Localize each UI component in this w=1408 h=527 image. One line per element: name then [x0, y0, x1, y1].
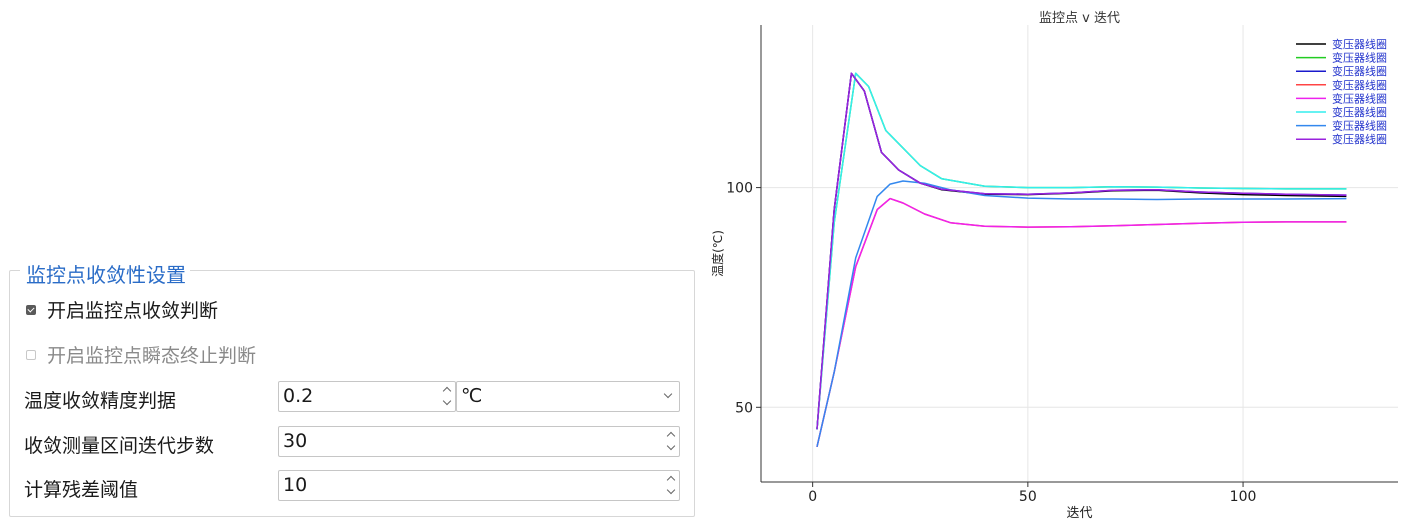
checkbox-checked-icon[interactable] — [26, 304, 36, 315]
series-line — [816, 72, 1347, 430]
x-tick-label: 50 — [1019, 489, 1037, 505]
chart-title: 监控点 v 迭代 — [1039, 11, 1120, 26]
series-line — [816, 72, 1347, 430]
measure-steps-label: 收敛测量区间迭代步数 — [24, 435, 215, 457]
temp-unit-select[interactable]: ℃ — [456, 381, 680, 412]
y-tick-label: 100 — [726, 181, 753, 197]
measure-steps-input[interactable]: 30 — [278, 426, 680, 457]
series-line — [816, 197, 1347, 447]
x-axis-label: 迭代 — [1066, 506, 1092, 521]
temp-precision-label: 温度收敛精度判据 — [24, 390, 177, 412]
temp-precision-input[interactable]: 0.2 — [278, 381, 456, 412]
residual-threshold-label: 计算残差阈值 — [24, 479, 139, 501]
temp-precision-spinner[interactable] — [441, 384, 453, 409]
residual-threshold-input[interactable]: 10 — [278, 470, 680, 501]
settings-panel: 监控点收敛性设置 开启监控点收敛判断 开启监控点瞬态终止判断 温度收敛精度判据 … — [0, 0, 706, 523]
measure-steps-spinner[interactable] — [665, 429, 677, 454]
legend-label: 变压器线圈 — [1332, 91, 1387, 105]
legend-label: 变压器线圈 — [1332, 78, 1387, 92]
monitor-line-chart: 0 50 10050100监控点 v 迭代迭代温度(℃)变压器线圈变压器线圈变压器线… — [710, 11, 1398, 521]
chevron-up-icon[interactable] — [666, 475, 676, 485]
enable-transient-stop-label: 开启监控点瞬态终止判断 — [47, 345, 257, 367]
chevron-down-icon[interactable] — [666, 485, 676, 495]
enable-convergence-check-label: 开启监控点收敛判断 — [47, 300, 219, 322]
residual-threshold-spinner[interactable] — [665, 473, 677, 498]
chevron-up-icon[interactable] — [442, 386, 452, 396]
enable-convergence-check[interactable]: 开启监控点收敛判断 — [26, 296, 218, 323]
legend-label: 变压器线圈 — [1332, 119, 1387, 133]
monitor-chart-panel: 0 50 100 50 100 监控点 v 迭代 迭代 温度(℃) 变压器线圈 变压器线圈 变压器线… — [706, 0, 1408, 523]
temp-precision-value: 0.2 — [283, 385, 314, 407]
x-tick-label: 100 — [1230, 489, 1257, 505]
measure-steps-value: 30 — [283, 430, 308, 452]
enable-transient-stop-check[interactable]: 开启监控点瞬态终止判断 — [26, 341, 256, 368]
chevron-up-icon[interactable] — [666, 431, 676, 441]
y-axis-label: 温度(℃) — [710, 230, 725, 277]
legend-label: 变压器线圈 — [1332, 132, 1387, 146]
temp-unit-value: ℃ — [461, 385, 483, 407]
x-tick-label: 0 — [808, 489, 817, 505]
y-tick-label: 50 — [735, 400, 753, 416]
checkbox-unchecked-icon[interactable] — [26, 349, 36, 360]
series-line — [816, 72, 1347, 430]
convergence-settings-group: 监控点收敛性设置 开启监控点收敛判断 开启监控点瞬态终止判断 温度收敛精度判据 … — [9, 263, 695, 517]
legend-label: 变压器线圈 — [1332, 51, 1387, 65]
series-line — [816, 72, 1347, 430]
chevron-down-icon[interactable] — [442, 396, 452, 406]
residual-threshold-value: 10 — [283, 474, 308, 496]
chevron-down-icon[interactable] — [663, 389, 673, 399]
series-line — [816, 197, 1347, 447]
legend-label: 变压器线圈 — [1332, 105, 1387, 119]
chevron-down-icon[interactable] — [666, 441, 676, 451]
series-line — [816, 72, 1347, 430]
legend-label: 变压器线圈 — [1332, 37, 1387, 51]
group-title: 监控点收敛性设置 — [20, 263, 190, 287]
legend-label: 变压器线圈 — [1332, 64, 1387, 78]
